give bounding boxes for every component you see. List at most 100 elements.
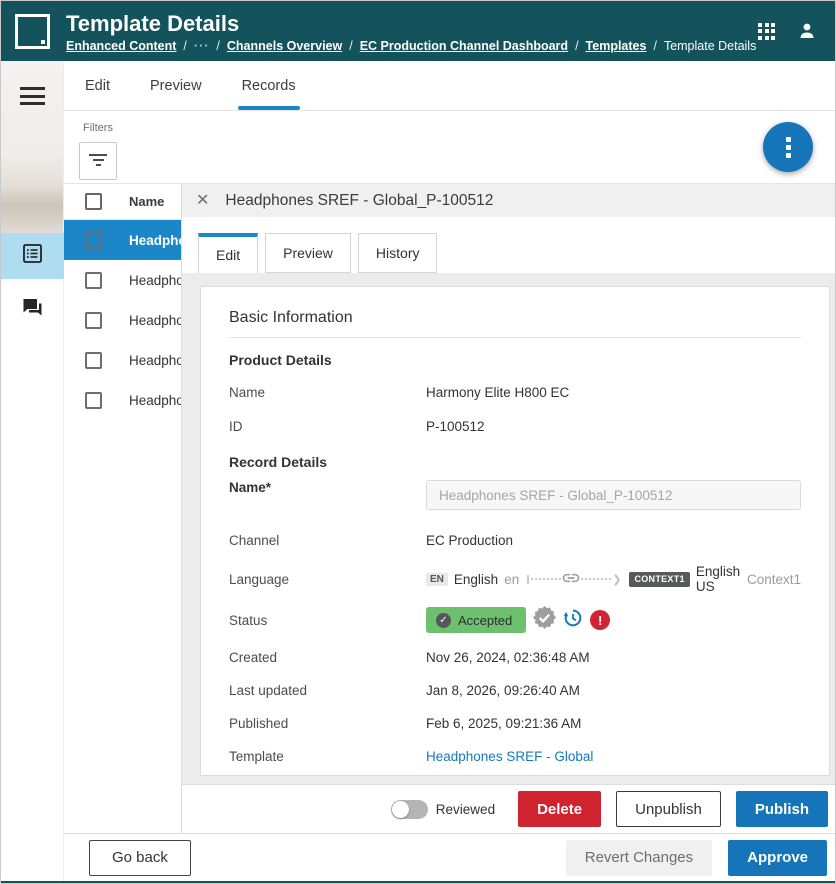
breadcrumb-separator: / bbox=[653, 39, 656, 53]
record-row[interactable]: Headpho bbox=[64, 260, 181, 300]
user-profile-icon[interactable] bbox=[797, 21, 817, 41]
unpublish-button[interactable]: Unpublish bbox=[616, 791, 721, 827]
record-detail-header: ✕ Headphones SREF - Global_P-100512 bbox=[182, 184, 836, 217]
record-detail-tabs: Edit Preview History bbox=[182, 217, 836, 273]
field-row-published: Published Feb 6, 2025, 09:21:36 AM bbox=[229, 713, 801, 733]
field-row-language: Language EN English en bbox=[229, 564, 801, 594]
link-icon bbox=[561, 572, 581, 587]
left-nav-rail bbox=[1, 61, 64, 881]
field-row-template: Template Headphones SREF - Global bbox=[229, 746, 801, 766]
field-label: Last updated bbox=[229, 683, 426, 698]
main-tab-bar: Edit Preview Records bbox=[64, 61, 836, 111]
field-row-product-name: Name Harmony Elite H800 EC bbox=[229, 382, 801, 402]
record-row-name: Headpho bbox=[129, 313, 181, 328]
record-details-heading: Record Details bbox=[229, 454, 801, 470]
publish-button[interactable]: Publish bbox=[736, 791, 828, 827]
row-checkbox[interactable] bbox=[85, 392, 102, 409]
row-checkbox[interactable] bbox=[85, 272, 102, 289]
delete-button[interactable]: Delete bbox=[518, 791, 601, 827]
approve-button[interactable]: Approve bbox=[728, 840, 827, 876]
filter-bar: Filters bbox=[64, 111, 836, 184]
more-actions-fab[interactable] bbox=[763, 122, 813, 172]
sidebar-item-comments[interactable] bbox=[1, 287, 64, 333]
apps-grid-icon[interactable] bbox=[758, 23, 775, 40]
status-badge: ✓ Accepted bbox=[426, 607, 526, 633]
field-value: Feb 6, 2025, 09:21:36 AM bbox=[426, 716, 581, 731]
history-icon[interactable] bbox=[562, 607, 584, 634]
language-mapping: EN English en bbox=[426, 564, 801, 594]
record-row[interactable]: Headpho bbox=[64, 220, 181, 260]
status-value-group: ✓ Accepted bbox=[426, 606, 610, 634]
chat-icon bbox=[22, 298, 43, 322]
record-name-input[interactable] bbox=[426, 480, 801, 510]
section-title: Basic Information bbox=[229, 309, 801, 327]
basic-information-card: Basic Information Product Details Name H… bbox=[200, 286, 830, 776]
record-row[interactable]: Headpho bbox=[64, 340, 181, 380]
filter-button[interactable] bbox=[79, 142, 117, 180]
tab-preview[interactable]: Preview bbox=[146, 61, 206, 110]
app-logo-icon[interactable] bbox=[15, 14, 50, 49]
detail-tab-history[interactable]: History bbox=[358, 233, 438, 273]
breadcrumb-separator: / bbox=[575, 39, 578, 53]
breadcrumb-separator: / bbox=[216, 39, 219, 53]
breadcrumb-ellipsis[interactable]: ··· bbox=[194, 39, 210, 53]
record-row-name: Headpho bbox=[129, 233, 181, 248]
field-label: Created bbox=[229, 650, 426, 665]
record-row[interactable]: Headpho bbox=[64, 300, 181, 340]
header-text-block: Template Details Enhanced Content / ··· … bbox=[66, 10, 746, 53]
status-action-icons: ! bbox=[533, 606, 610, 634]
row-checkbox[interactable] bbox=[85, 232, 102, 249]
verified-seal-icon[interactable] bbox=[533, 606, 556, 634]
field-value: EC Production bbox=[426, 533, 513, 548]
sidebar-item-records-list[interactable] bbox=[1, 233, 64, 279]
tab-records[interactable]: Records bbox=[238, 61, 300, 110]
reviewed-toggle[interactable] bbox=[391, 800, 428, 819]
record-row[interactable]: Headpho bbox=[64, 380, 181, 420]
field-label: Status bbox=[229, 613, 426, 628]
reviewed-label: Reviewed bbox=[436, 802, 495, 817]
field-value: Jan 8, 2026, 09:26:40 AM bbox=[426, 683, 580, 698]
breadcrumb: Enhanced Content / ··· / Channels Overvi… bbox=[66, 39, 746, 53]
field-label: ID bbox=[229, 419, 426, 434]
list-icon bbox=[23, 244, 42, 268]
field-label: Published bbox=[229, 716, 426, 731]
go-back-button[interactable]: Go back bbox=[89, 840, 191, 876]
toggle-knob bbox=[392, 801, 409, 818]
detail-tab-edit[interactable]: Edit bbox=[198, 233, 258, 273]
menu-icon[interactable] bbox=[20, 87, 45, 110]
logo-dot bbox=[41, 40, 45, 44]
breadcrumb-separator: / bbox=[183, 39, 186, 53]
records-list-header: Name bbox=[64, 184, 181, 220]
tab-edit[interactable]: Edit bbox=[81, 61, 114, 110]
row-checkbox[interactable] bbox=[85, 352, 102, 369]
section-divider bbox=[229, 337, 801, 338]
breadcrumb-link-channels-overview[interactable]: Channels Overview bbox=[227, 39, 342, 53]
row-checkbox[interactable] bbox=[85, 312, 102, 329]
filter-icon bbox=[89, 154, 107, 169]
field-row-last-updated: Last updated Jan 8, 2026, 09:26:40 AM bbox=[229, 680, 801, 700]
breadcrumb-link-enhanced-content[interactable]: Enhanced Content bbox=[66, 39, 176, 53]
template-link[interactable]: Headphones SREF - Global bbox=[426, 749, 593, 764]
records-workspace: Name Headpho Headpho Headpho bbox=[64, 184, 836, 833]
detail-tab-preview[interactable]: Preview bbox=[265, 233, 351, 273]
field-row-record-name: Name* bbox=[229, 480, 801, 510]
connector-tick bbox=[527, 575, 529, 584]
select-all-checkbox[interactable] bbox=[85, 193, 102, 210]
header-icons bbox=[758, 21, 821, 41]
source-language-code: en bbox=[504, 572, 519, 587]
field-value: P-100512 bbox=[426, 419, 485, 434]
record-row-name: Headpho bbox=[129, 273, 181, 288]
connector-dots bbox=[531, 578, 561, 580]
breadcrumb-link-ec-production-channel-dashboard[interactable]: EC Production Channel Dashboard bbox=[360, 39, 568, 53]
close-icon[interactable]: ✕ bbox=[196, 193, 209, 209]
field-label: Template bbox=[229, 749, 426, 764]
breadcrumb-link-templates[interactable]: Templates bbox=[586, 39, 647, 53]
field-row-channel: Channel EC Production bbox=[229, 530, 801, 550]
main-area: Edit Preview Records Filters bbox=[1, 61, 835, 881]
revert-changes-button[interactable]: Revert Changes bbox=[566, 840, 712, 876]
field-value: Nov 26, 2024, 02:36:48 AM bbox=[426, 650, 590, 665]
alert-icon[interactable]: ! bbox=[590, 610, 610, 630]
target-language-name: English US bbox=[696, 564, 741, 594]
connector-arrow-icon: ❯ bbox=[612, 573, 621, 586]
breadcrumb-separator: / bbox=[349, 39, 352, 53]
